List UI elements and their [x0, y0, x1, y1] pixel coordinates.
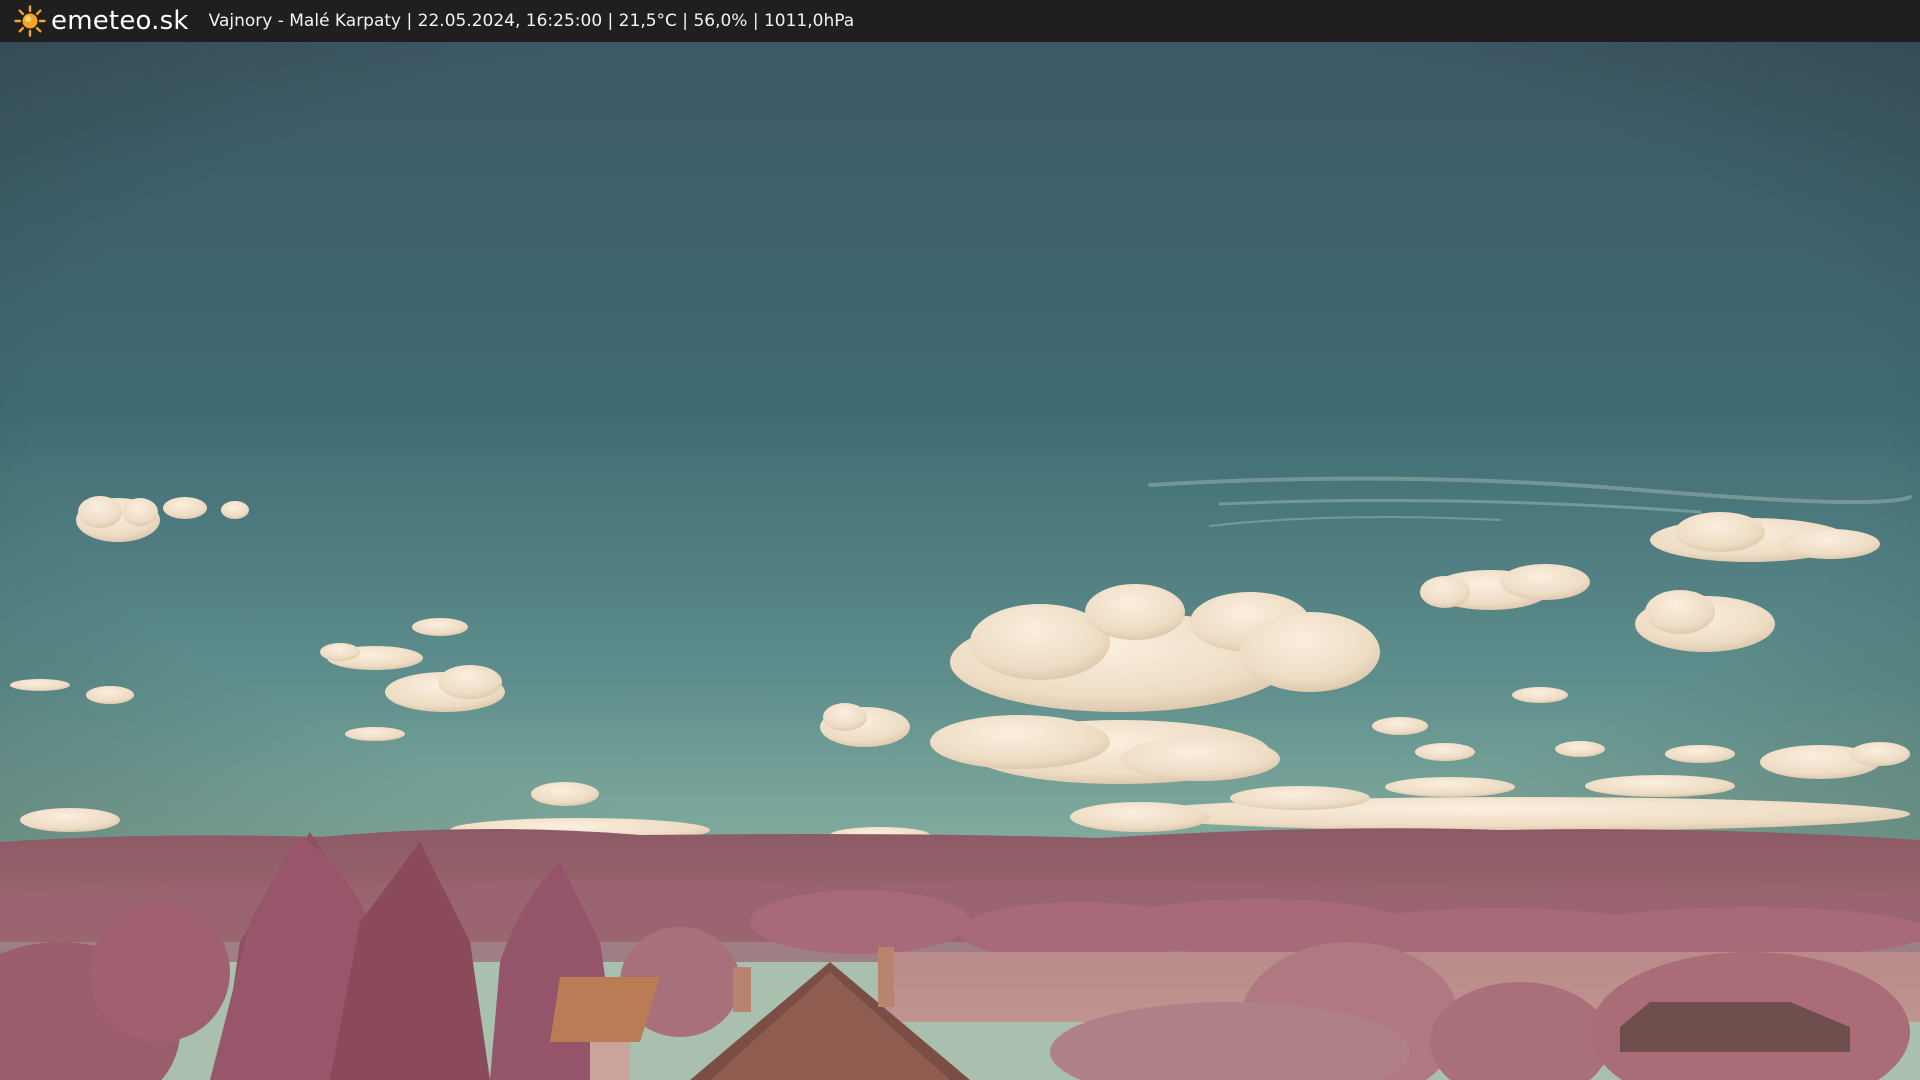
- brand-name: emeteo.sk: [51, 6, 189, 36]
- sun-icon: [14, 5, 46, 37]
- webcam-caption: Vajnory - Malé Karpaty | 22.05.2024, 16:…: [208, 11, 855, 31]
- emeteo-logo[interactable]: emeteo.sk: [14, 5, 189, 37]
- webcam-image: [0, 42, 1920, 1080]
- caption-bar: emeteo.sk Vajnory - Malé Karpaty | 22.05…: [0, 0, 1920, 42]
- webcam-frame: emeteo.sk Vajnory - Malé Karpaty | 22.05…: [0, 0, 1920, 1080]
